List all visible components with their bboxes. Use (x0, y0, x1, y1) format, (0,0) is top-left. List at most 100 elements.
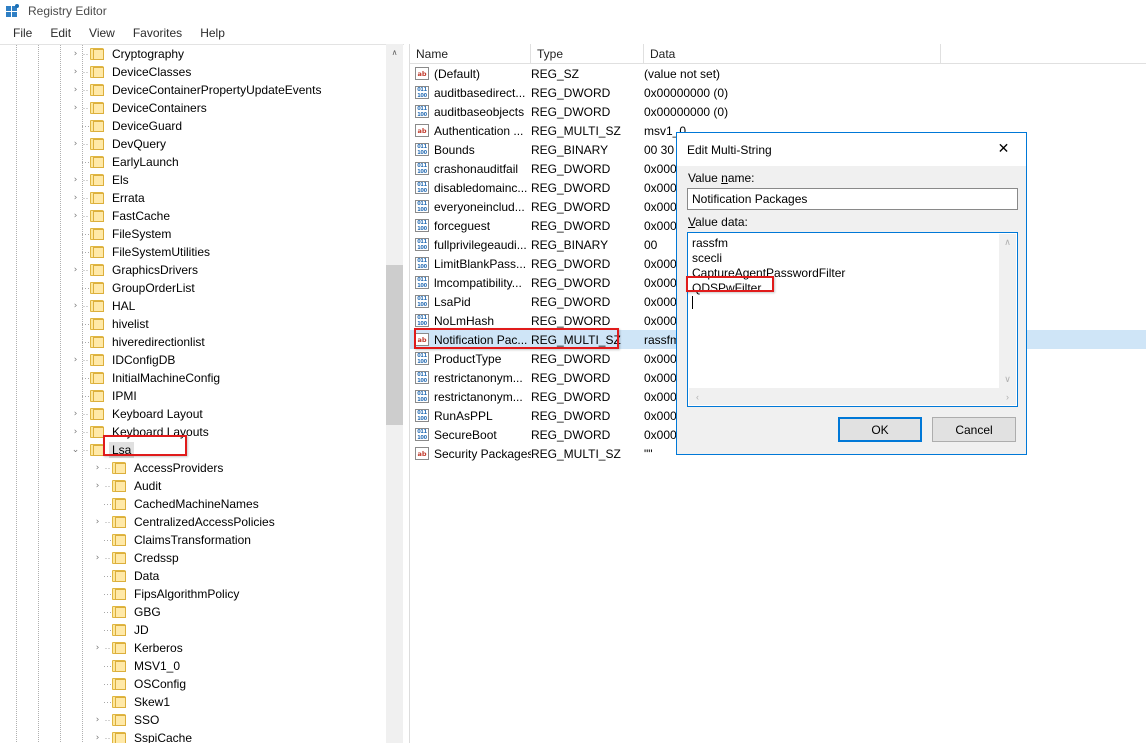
table-row[interactable]: 011 100 auditbasedirect... REG_DWORD 0x00000… (410, 83, 1146, 102)
tree-connector: ·· (82, 445, 89, 455)
tree-node-earlylaunch[interactable]: ··· EarlyLaunch (0, 153, 404, 171)
menu-item-view[interactable]: View (80, 23, 124, 43)
tree-node-skew1[interactable]: ··· Skew1 (0, 693, 404, 711)
tree-node-graphicsdrivers[interactable]: › ·· GraphicsDrivers (0, 261, 404, 279)
registry-tree-pane[interactable]: › ·· Cryptography › ·· DeviceClasses › ·· Device… (0, 44, 404, 743)
chevron-right-icon[interactable]: › (70, 45, 81, 63)
tree-node-gbg[interactable]: ··· GBG (0, 603, 404, 621)
tree-node-jd[interactable]: ··· JD (0, 621, 404, 639)
tree-scroll-up-icon[interactable]: ∧ (386, 44, 403, 61)
tree-node-audit[interactable]: › ·· Audit (0, 477, 404, 495)
value-name-text: auditbaseobjects (434, 104, 525, 119)
folder-icon (112, 462, 126, 474)
tree-node-devquery[interactable]: › ·· DevQuery (0, 135, 404, 153)
tree-node-cryptography[interactable]: › ·· Cryptography (0, 45, 404, 63)
tree-node-hiveredirectionlist[interactable]: ··· hiveredirectionlist (0, 333, 404, 351)
tree-node-deviceclasses[interactable]: › ·· DeviceClasses (0, 63, 404, 81)
value-data-content[interactable]: rassfm scecli CaptureAgentPasswordFilter QD… (692, 236, 995, 386)
tree-node-deviceguard[interactable]: ··· DeviceGuard (0, 117, 404, 135)
tree-node-credssp[interactable]: › ·· Credssp (0, 549, 404, 567)
menu-item-edit[interactable]: Edit (41, 23, 80, 43)
column-header-data[interactable]: Data (644, 44, 941, 64)
chevron-right-icon[interactable]: › (70, 171, 81, 189)
tree-node-filesystem[interactable]: ··· FileSystem (0, 225, 404, 243)
tree-node-sspicache[interactable]: › ·· SspiCache (0, 729, 404, 743)
tree-node-initialmachineconfig[interactable]: ··· InitialMachineConfig (0, 369, 404, 387)
chevron-right-icon[interactable]: › (92, 513, 103, 531)
chevron-right-icon[interactable]: › (70, 189, 81, 207)
value-name-text: restrictanonym... (434, 370, 523, 385)
tree-node-cachedmachinenames[interactable]: ··· CachedMachineNames (0, 495, 404, 513)
tree-node-hivelist[interactable]: ··· hivelist (0, 315, 404, 333)
menu-item-file[interactable]: File (4, 23, 41, 43)
tree-node-accessproviders[interactable]: › ·· AccessProviders (0, 459, 404, 477)
scroll-left-icon[interactable]: ‹ (689, 388, 706, 405)
scroll-right-icon[interactable]: › (999, 388, 1016, 405)
tree-node-filesystemutilities[interactable]: ··· FileSystemUtilities (0, 243, 404, 261)
tree-node-idconfigdb[interactable]: › ·· IDConfigDB (0, 351, 404, 369)
scroll-down-icon[interactable]: ∨ (999, 371, 1016, 388)
tree-vertical-scrollbar-thumb[interactable] (386, 265, 403, 425)
tree-node-lsa[interactable]: ⌄ ·· Lsa (0, 441, 404, 459)
tree-node-els[interactable]: › ·· Els (0, 171, 404, 189)
column-header-type[interactable]: Type (531, 44, 644, 64)
chevron-right-icon[interactable]: › (92, 549, 103, 567)
tree-node-ipmi[interactable]: ··· IPMI (0, 387, 404, 405)
tree-node-keyboard-layouts[interactable]: › ·· Keyboard Layouts (0, 423, 404, 441)
tree-connector: ·· (104, 463, 111, 473)
tree-node-osconfig[interactable]: ··· OSConfig (0, 675, 404, 693)
menu-item-help[interactable]: Help (191, 23, 234, 43)
value-name-input[interactable]: Notification Packages (687, 188, 1018, 210)
scroll-up-icon[interactable]: ∧ (999, 234, 1016, 251)
chevron-right-icon[interactable]: › (92, 729, 103, 743)
menu-item-favorites[interactable]: Favorites (124, 23, 191, 43)
tree-node-fipsalgorithmpolicy[interactable]: ··· FipsAlgorithmPolicy (0, 585, 404, 603)
tree-node-fastcache[interactable]: › ·· FastCache (0, 207, 404, 225)
chevron-right-icon[interactable]: › (92, 639, 103, 657)
table-row[interactable]: ab (Default) REG_SZ (value not set) (410, 64, 1146, 83)
tree-node-hal[interactable]: › ·· HAL (0, 297, 404, 315)
binary-value-icon: 011 100 (415, 238, 429, 251)
table-row[interactable]: 011 100 auditbaseobjects REG_DWORD 0x0000000… (410, 102, 1146, 121)
chevron-right-icon[interactable]: › (70, 81, 81, 99)
chevron-right-icon[interactable]: › (70, 405, 81, 423)
tree-node-label: Credssp (134, 551, 179, 565)
chevron-right-icon[interactable]: › (70, 351, 81, 369)
chevron-right-icon[interactable]: › (92, 477, 103, 495)
tree-connector: ·· (104, 481, 111, 491)
tree-node-msv1-0[interactable]: ··· MSV1_0 (0, 657, 404, 675)
dialog-titlebar: Edit Multi-String ✕ (677, 133, 1026, 166)
close-icon[interactable]: ✕ (981, 133, 1026, 163)
value-data-vertical-scrollbar[interactable]: ∧ ∨ (999, 234, 1016, 388)
tree-node-label: SspiCache (134, 731, 193, 743)
cancel-button[interactable]: Cancel (932, 417, 1016, 442)
tree-node-devicecontainers[interactable]: › ·· DeviceContainers (0, 99, 404, 117)
chevron-right-icon[interactable]: › (92, 711, 103, 729)
chevron-right-icon[interactable]: › (70, 63, 81, 81)
chevron-right-icon[interactable]: › (70, 99, 81, 117)
tree-node-sso[interactable]: › ·· SSO (0, 711, 404, 729)
chevron-right-icon[interactable]: › (70, 297, 81, 315)
value-name-text: Security Packages (434, 446, 531, 461)
tree-node-kerberos[interactable]: › ·· Kerberos (0, 639, 404, 657)
tree-connector: ··· (103, 625, 112, 635)
chevron-right-icon[interactable]: › (70, 423, 81, 441)
chevron-right-icon[interactable]: › (92, 459, 103, 477)
tree-node-grouporderlist[interactable]: ··· GroupOrderList (0, 279, 404, 297)
chevron-down-icon[interactable]: ⌄ (70, 441, 81, 459)
ok-button[interactable]: OK (838, 417, 922, 442)
tree-node-errata[interactable]: › ·· Errata (0, 189, 404, 207)
tree-node-claimstransformation[interactable]: ··· ClaimsTransformation (0, 531, 404, 549)
column-header-name[interactable]: Name (410, 44, 531, 64)
value-data-horizontal-scrollbar[interactable]: ‹ › (689, 388, 1016, 405)
tree-node-centralizedaccesspolicies[interactable]: › ·· CentralizedAccessPolicies (0, 513, 404, 531)
chevron-right-icon[interactable]: › (70, 261, 81, 279)
value-data-textarea[interactable]: rassfm scecli CaptureAgentPasswordFilter QD… (687, 232, 1018, 407)
chevron-right-icon[interactable]: › (70, 135, 81, 153)
chevron-right-icon[interactable]: › (70, 207, 81, 225)
value-name-text: RunAsPPL (434, 408, 493, 423)
tree-connector: ·· (82, 409, 89, 419)
tree-node-keyboard-layout[interactable]: › ·· Keyboard Layout (0, 405, 404, 423)
tree-node-data[interactable]: ··· Data (0, 567, 404, 585)
tree-node-devicecontainerpropertyupdateevents[interactable]: › ·· DeviceContainerPropertyUpdateEvents (0, 81, 404, 99)
